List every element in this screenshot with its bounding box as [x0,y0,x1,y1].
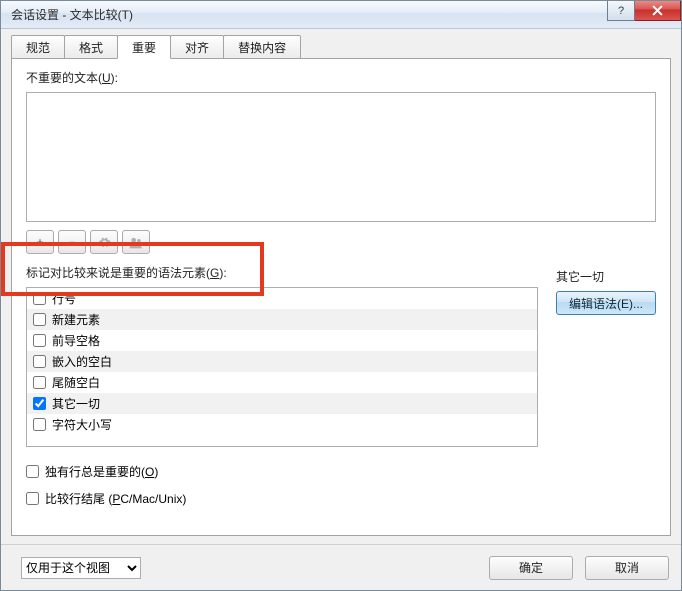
list-item-label: 字符大小写 [52,416,112,433]
line-endings-row: 比较行结尾 (PC/Mac/Unix) [26,490,656,507]
list-item-checkbox[interactable] [33,292,46,305]
client-area: 规范 格式 重要 对齐 替换内容 不重要的文本(U): + − [1,29,681,544]
add-button[interactable]: + [26,230,54,254]
list-item[interactable]: 尾随空白 [27,372,537,393]
list-item[interactable]: 嵌入的空白 [27,351,537,372]
plus-icon: + [36,235,43,249]
tabstrip: 规范 格式 重要 对齐 替换内容 [11,35,671,59]
list-item-label: 行号 [52,290,76,307]
syntax-column: 标记对比较来说是重要的语法元素(G): 行号新建元素前导空格嵌入的空白尾随空白其… [26,264,538,447]
window-title: 会话设置 - 文本比较(T) [11,6,133,23]
share-button[interactable] [122,230,150,254]
lower-section: 标记对比较来说是重要的语法元素(G): 行号新建元素前导空格嵌入的空白尾随空白其… [26,264,656,447]
ok-button[interactable]: 确定 [489,556,573,580]
dialog-footer: 仅用于这个视图 确定 取消 [1,544,681,590]
close-icon [652,5,663,16]
list-item[interactable]: 其它一切 [27,393,537,414]
scope-select[interactable]: 仅用于这个视图 [21,557,141,579]
list-item-checkbox[interactable] [33,334,46,347]
titlebar: 会话设置 - 文本比较(T) ? [1,1,681,29]
list-item-checkbox[interactable] [33,418,46,431]
list-item-label: 嵌入的空白 [52,353,112,370]
list-item[interactable]: 字符大小写 [27,414,537,435]
orphan-lines-label: 独有行总是重要的(O) [45,463,158,480]
list-item-checkbox[interactable] [33,355,46,368]
people-icon [129,236,143,249]
list-item-label: 尾随空白 [52,374,100,391]
unimportant-text-label: 不重要的文本(U): [26,69,656,86]
unimportant-text-input[interactable] [26,92,656,222]
tab-panel-importance: 不重要的文本(U): + − 标记对比较来说是重要的语法元素(G): [11,58,671,536]
list-item-label: 新建元素 [52,311,100,328]
tab-alignment[interactable]: 对齐 [170,35,224,59]
list-item-label: 前导空格 [52,332,100,349]
remove-button[interactable]: − [58,230,86,254]
everything-else-label: 其它一切 [556,268,656,285]
title-buttons: ? [607,1,681,21]
everything-else-column: 其它一切 编辑语法(E)... [556,264,656,447]
line-endings-checkbox[interactable] [26,492,39,505]
orphan-lines-checkbox[interactable] [26,465,39,478]
syntax-elements-list[interactable]: 行号新建元素前导空格嵌入的空白尾随空白其它一切字符大小写 [26,287,538,447]
syntax-elements-label: 标记对比较来说是重要的语法元素(G): [26,264,538,281]
list-item[interactable]: 前导空格 [27,330,537,351]
tab-rules[interactable]: 规范 [11,35,65,59]
list-item[interactable]: 新建元素 [27,309,537,330]
minus-icon: − [68,235,75,249]
unimportant-toolbar: + − [26,230,656,254]
orphan-row: 独有行总是重要的(O) [26,463,656,480]
cancel-button[interactable]: 取消 [585,556,669,580]
tab-replacements[interactable]: 替换内容 [223,35,301,59]
list-item-checkbox[interactable] [33,313,46,326]
edit-grammar-button[interactable]: 编辑语法(E)... [556,291,656,315]
list-item[interactable]: 行号 [27,288,537,309]
dialog-window: 会话设置 - 文本比较(T) ? 规范 格式 重要 对齐 替换内容 不重要的文本… [0,0,682,591]
tab-importance[interactable]: 重要 [117,35,171,59]
close-button[interactable] [635,1,681,21]
help-button[interactable]: ? [607,1,635,21]
list-item-label: 其它一切 [52,395,100,412]
list-item-checkbox[interactable] [33,397,46,410]
settings-button[interactable] [90,230,118,254]
line-endings-label: 比较行结尾 (PC/Mac/Unix) [45,490,186,507]
list-item-checkbox[interactable] [33,376,46,389]
tab-format[interactable]: 格式 [64,35,118,59]
gear-icon [98,236,111,249]
